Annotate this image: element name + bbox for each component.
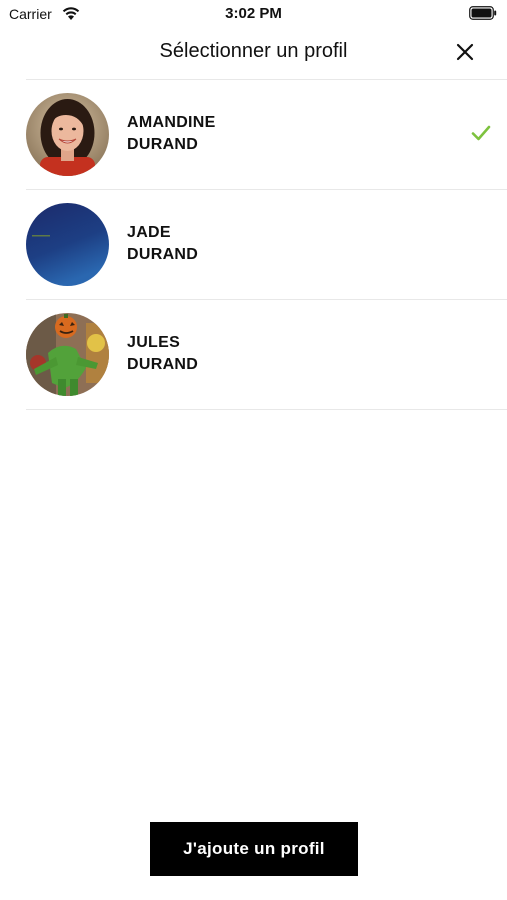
- profile-selection-screen: Carrier 3:02 PM Sélectionner un profil A…: [0, 0, 507, 900]
- status-time: 3:02 PM: [225, 5, 282, 22]
- close-button[interactable]: [451, 38, 479, 66]
- profile-name: JULES DURAND: [127, 332, 198, 376]
- page-title: Sélectionner un profil: [159, 40, 348, 62]
- profile-name: JADE DURAND: [127, 222, 198, 266]
- profile-row-amandine[interactable]: AMANDINE DURAND: [0, 80, 507, 190]
- avatar: [26, 203, 109, 286]
- avatar: [26, 313, 109, 396]
- profile-last-name: DURAND: [127, 136, 199, 153]
- profile-row-jade[interactable]: JADE DURAND: [0, 190, 507, 300]
- profile-last-name: DURAND: [127, 246, 199, 263]
- battery-icon: [469, 6, 497, 20]
- profile-row-jules[interactable]: JULES DURAND: [0, 300, 507, 410]
- checkmark-icon: [471, 125, 491, 141]
- avatar: [26, 93, 109, 176]
- profile-list: AMANDINE DURAND JADE DURAND JULES DURAND: [0, 80, 507, 410]
- profile-first-name: AMANDINE: [127, 114, 216, 131]
- header: Sélectionner un profil: [0, 28, 507, 80]
- profile-first-name: JADE: [127, 224, 171, 241]
- close-icon: [456, 43, 474, 61]
- profile-name: AMANDINE DURAND: [127, 112, 216, 156]
- profile-last-name: DURAND: [127, 356, 199, 373]
- add-profile-button[interactable]: J'ajoute un profil: [150, 822, 358, 876]
- status-bar: Carrier 3:02 PM: [0, 0, 507, 28]
- profile-first-name: JULES: [127, 334, 181, 351]
